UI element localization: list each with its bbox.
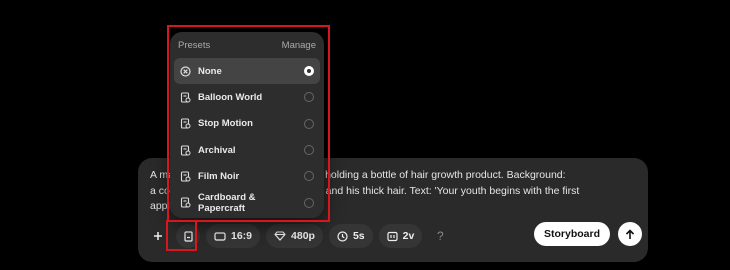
preset-radio[interactable]: [304, 171, 314, 182]
storyboard-button[interactable]: Storyboard: [533, 222, 610, 246]
preset-label: Balloon World: [198, 91, 263, 103]
preset-item-archival[interactable]: Archival: [174, 137, 320, 163]
resolution-button[interactable]: 480p: [266, 224, 323, 248]
variants-icon: [387, 231, 398, 241]
preset-item-stop-motion[interactable]: Stop Motion: [174, 111, 320, 137]
help-button[interactable]: ?: [428, 224, 452, 248]
preset-radio-selected[interactable]: [304, 66, 314, 77]
preset-radio[interactable]: [304, 197, 314, 208]
variants-label: 2v: [402, 230, 415, 242]
composer-actions: Storyboard: [533, 222, 642, 246]
duration-button[interactable]: 5s: [328, 224, 373, 248]
plus-icon: [154, 232, 162, 240]
aspect-ratio-button[interactable]: 16:9: [206, 224, 261, 248]
presets-icon: [183, 230, 193, 242]
presets-menu-header: Presets Manage: [178, 40, 316, 51]
preset-label: Archival: [198, 144, 236, 156]
preset-label: None: [198, 65, 222, 77]
variants-button[interactable]: 2v: [378, 224, 423, 248]
preset-label: Stop Motion: [198, 118, 253, 130]
presets-list: None Balloon World Stop Motion Archival …: [174, 58, 320, 216]
composer-toolbar: 16:9 480p 5s 2v ?: [146, 224, 452, 248]
preset-label: Cardboard & Papercraft: [198, 191, 256, 214]
preset-doc-icon: [180, 171, 191, 182]
submit-button[interactable]: [618, 222, 642, 246]
preset-radio[interactable]: [304, 118, 314, 129]
preset-item-none[interactable]: None: [174, 58, 320, 85]
preset-doc-icon: [180, 144, 191, 156]
aspect-label: 16:9: [231, 230, 253, 242]
add-button[interactable]: [146, 224, 170, 248]
preset-radio[interactable]: [304, 92, 314, 103]
presets-menu: Presets Manage None Balloon World Stop M…: [170, 32, 324, 218]
preset-item-balloon-world[interactable]: Balloon World: [174, 84, 320, 110]
resolution-label: 480p: [291, 230, 315, 242]
preset-radio[interactable]: [304, 145, 314, 156]
preset-item-cardboard-papercraft[interactable]: Cardboard & Papercraft: [174, 189, 320, 215]
manage-presets-link[interactable]: Manage: [282, 40, 316, 51]
presets-title: Presets: [178, 40, 211, 51]
preset-label: Film Noir: [198, 170, 240, 182]
preset-doc-icon: [180, 92, 191, 103]
arrow-up-icon: [625, 228, 635, 239]
preset-item-film-noir[interactable]: Film Noir: [174, 163, 320, 189]
duration-label: 5s: [352, 230, 365, 242]
x-circle-icon: [180, 66, 191, 77]
presets-button[interactable]: [176, 224, 200, 248]
clock-icon: [337, 230, 348, 242]
aspect-icon: [214, 231, 226, 241]
preset-doc-icon: [180, 197, 191, 208]
preset-doc-icon: [180, 118, 191, 129]
gem-icon: [274, 231, 286, 241]
